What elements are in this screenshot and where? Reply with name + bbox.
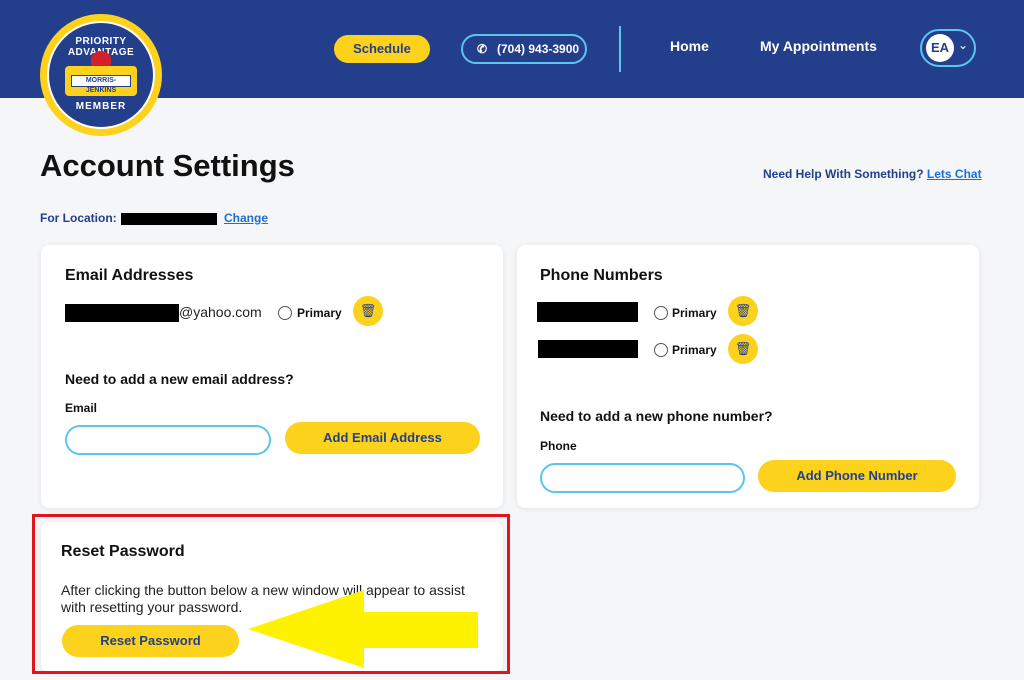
avatar: EA xyxy=(926,34,954,62)
phone-field-label: Phone xyxy=(540,439,577,453)
account-menu[interactable]: EA ⌄ xyxy=(920,29,976,67)
add-phone-button[interactable]: Add Phone Number xyxy=(758,460,956,492)
phone-numbers-card: Phone Numbers Primary 🗑 Primary 🗑 Need t… xyxy=(517,245,979,508)
nav-appointments-link[interactable]: My Appointments xyxy=(760,38,877,54)
logo-bottom-text: MEMBER xyxy=(75,101,127,112)
help-text: Need Help With Something? xyxy=(763,167,924,181)
location-label: For Location: xyxy=(40,211,117,225)
add-email-question: Need to add a new email address? xyxy=(65,371,294,387)
phone-card-title: Phone Numbers xyxy=(540,267,663,284)
logo-badge: MORRIS-JENKINS xyxy=(65,66,137,96)
redacted-phone-2 xyxy=(538,340,638,358)
phone-1-primary-label: Primary xyxy=(672,306,717,320)
trash-icon[interactable]: 🗑 xyxy=(728,334,758,364)
add-phone-question: Need to add a new phone number? xyxy=(540,408,773,424)
trash-icon[interactable]: 🗑 xyxy=(353,296,383,326)
email-addresses-card: Email Addresses @yahoo.com Primary 🗑 Nee… xyxy=(41,245,503,508)
phone-number-label: (704) 943-3900 xyxy=(497,42,580,56)
schedule-button[interactable]: Schedule xyxy=(334,35,430,63)
email-domain: @yahoo.com xyxy=(179,304,262,320)
redacted-location xyxy=(120,212,217,225)
phone-2-primary-radio[interactable] xyxy=(654,343,668,357)
redacted-phone-1 xyxy=(537,302,638,322)
trash-icon[interactable]: 🗑 xyxy=(728,296,758,326)
phone-field[interactable] xyxy=(540,463,745,493)
logo-badge-text: MORRIS-JENKINS xyxy=(71,75,131,94)
logo-red-button-graphic xyxy=(91,51,111,67)
phone-1-primary-radio[interactable] xyxy=(654,306,668,320)
change-location-link[interactable]: Change xyxy=(224,211,268,225)
add-email-button[interactable]: Add Email Address xyxy=(285,422,480,454)
page-title: Account Settings xyxy=(40,148,295,183)
priority-advantage-logo[interactable]: PRIORITY ADVANTAGE MORRIS-JENKINS MEMBER xyxy=(40,14,162,136)
phone-button[interactable]: ✆ (704) 943-3900 xyxy=(461,34,587,64)
email-field-label: Email xyxy=(65,401,98,415)
location-row: For Location: Change xyxy=(40,211,268,225)
phone-2-primary-label: Primary xyxy=(672,343,717,357)
logo-inner: PRIORITY ADVANTAGE MORRIS-JENKINS MEMBER xyxy=(47,21,155,129)
email-card-title: Email Addresses xyxy=(65,267,194,284)
header-divider xyxy=(619,26,621,72)
email-primary-radio[interactable] xyxy=(278,306,292,320)
phone-icon: ✆ xyxy=(477,42,488,56)
chevron-down-icon: ⌄ xyxy=(958,38,969,52)
redacted-email-user xyxy=(65,304,179,322)
nav-home-link[interactable]: Home xyxy=(670,38,709,54)
email-primary-label: Primary xyxy=(297,306,342,320)
lets-chat-link[interactable]: Lets Chat xyxy=(927,167,982,181)
help-prompt: Need Help With Something? Lets Chat xyxy=(763,167,982,181)
arrow-left-icon xyxy=(248,590,478,668)
email-field[interactable] xyxy=(65,425,271,455)
